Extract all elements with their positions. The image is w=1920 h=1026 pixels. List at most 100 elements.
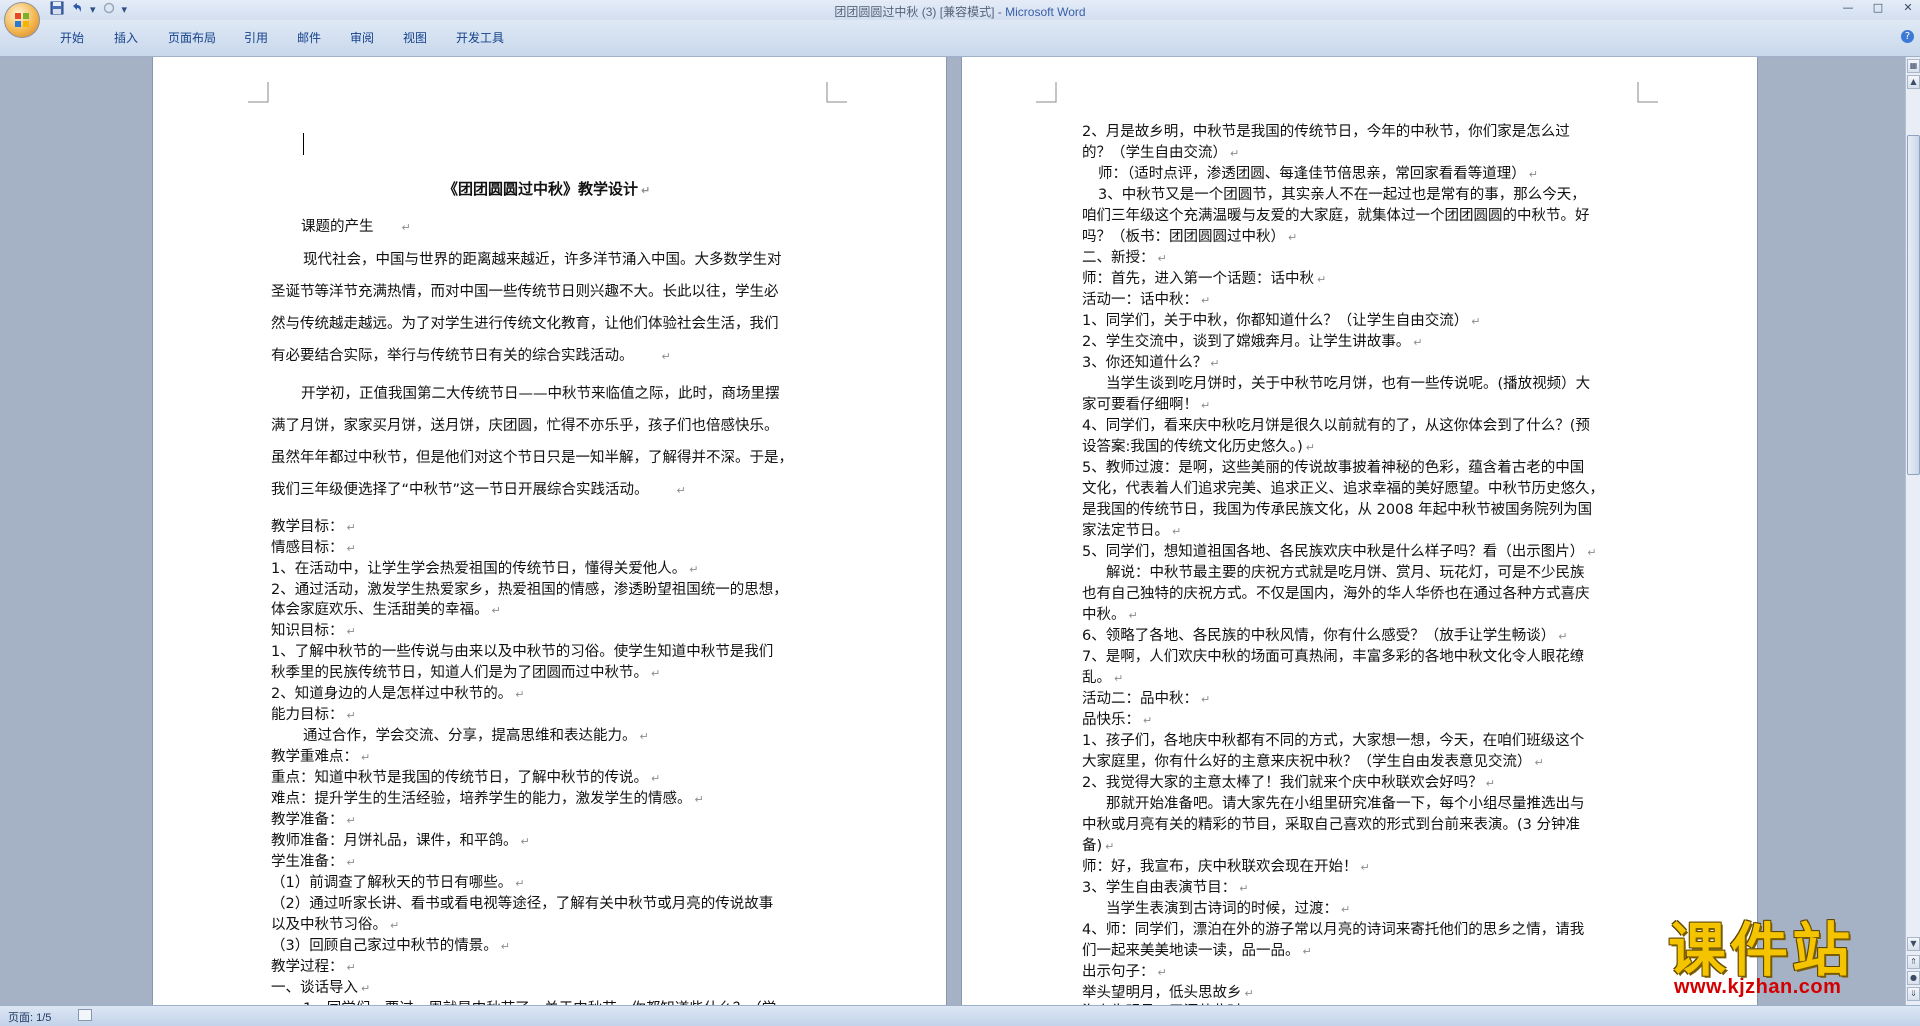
- paragraph-line: 大家庭里，你有什么好的主意来庆祝中秋？（学生自由发表意见交流） ↵: [1082, 754, 1544, 770]
- paragraph-line: 有必要结合实际，举行与传统节日有关的综合实践活动。 ↵: [271, 348, 671, 364]
- paragraph-mark-icon: ↵: [1157, 966, 1167, 979]
- paragraph-line: 家法定节日。 ↵: [1082, 523, 1182, 539]
- paragraph-line: 师：首先，进入第一个话题：话中秋 ↵: [1082, 271, 1327, 287]
- paragraph-line: 备) ↵: [1082, 838, 1115, 854]
- paragraph-line: 能力目标： ↵: [271, 707, 356, 723]
- tab-home[interactable]: 开始: [60, 29, 84, 46]
- previous-page-icon[interactable]: ⇑: [1907, 955, 1920, 969]
- paragraph-mark-icon: ↵: [676, 484, 686, 497]
- paragraph-line: 3、中秋节又是一个团圆节，其实亲人不在一起过也是常有的事，那么今天，: [1098, 187, 1586, 203]
- paragraph-mark-icon: ↵: [1341, 903, 1351, 916]
- paragraph-mark-icon: ↵: [639, 730, 649, 743]
- paragraph-line: 品快乐： ↵: [1082, 712, 1153, 728]
- paragraph-mark-icon: ↵: [1201, 693, 1211, 706]
- paragraph-line: 《团团圆圆过中秋》教学设计 ↵: [443, 180, 651, 198]
- document-page-right[interactable]: 2、月是故乡明，中秋节是我国的传统节日，今年的中秋节，你们家是怎么过 的？（学生自…: [962, 57, 1757, 1005]
- paragraph-line: 中秋或月亮有关的精彩的节目，采取自己喜欢的形式到台前来表演。(3 分钟准: [1082, 817, 1580, 833]
- paragraph-mark-icon: ↵: [346, 856, 356, 869]
- paragraph-line: 也有自己独特的庆祝方式。不仅是国内，海外的华人华侨也在通过各种方式喜庆: [1082, 586, 1590, 602]
- ruler-toggle-icon[interactable]: ▦: [1907, 59, 1920, 73]
- paragraph-line: （1）前调查了解秋天的节日有哪些。 ↵: [271, 875, 525, 891]
- paragraph-line: 1、同学们，关于中秋，你都知道什么？（让学生自由交流） ↵: [1082, 313, 1481, 329]
- paragraph-line: 举头望明月，低头思故乡 ↵: [1082, 985, 1254, 1001]
- paragraph-line: 2、学生交流中，谈到了嫦娥奔月。让学生讲故事。 ↵: [1082, 334, 1423, 350]
- ribbon-tabs: 开始 插入 页面布局 引用 邮件 审阅 视图 开发工具 ?: [0, 20, 1920, 57]
- paragraph-line: 吗？（板书：团团圆圆过中秋） ↵: [1082, 229, 1298, 245]
- tab-developer[interactable]: 开发工具: [456, 29, 504, 46]
- paragraph-line: 圣诞节等洋节充满热情，而对中国一些传统节日则兴趣不大。长此以往，学生必: [271, 284, 779, 300]
- tab-page-layout[interactable]: 页面布局: [168, 29, 216, 46]
- paragraph-mark-icon: ↵: [651, 772, 661, 785]
- tab-insert[interactable]: 插入: [114, 29, 138, 46]
- paragraph-line: 体会家庭欢乐、生活甜美的幸福。 ↵: [271, 602, 501, 618]
- paragraph-line: 难点：提升学生的生活经验，培养学生的能力，激发学生的情感。 ↵: [271, 791, 704, 807]
- paragraph-mark-icon: ↵: [401, 221, 411, 234]
- scroll-up-icon[interactable]: ▲: [1907, 75, 1920, 89]
- paragraph-mark-icon: ↵: [500, 940, 510, 953]
- paragraph-mark-icon: ↵: [491, 604, 501, 617]
- paragraph-mark-icon: ↵: [661, 350, 671, 363]
- margin-corner-marker: [826, 82, 847, 103]
- paragraph-mark-icon: ↵: [1471, 315, 1481, 328]
- watermark-logo: 课件站 www.kjzhan.com: [1668, 920, 1904, 1000]
- document-page-left[interactable]: 《团团圆圆过中秋》教学设计 ↵ 课题的产生 ↵ 现代社会，中国与世界的距离越来越近，许多…: [153, 57, 946, 1005]
- paragraph-line: 活动二：品中秋： ↵: [1082, 691, 1211, 707]
- app-name: Microsoft Word: [1005, 5, 1086, 19]
- paragraph-line: 中秋。 ↵: [1082, 607, 1138, 623]
- paragraph-line: 教师准备：月饼礼品，课件，和平鸽。 ↵: [271, 833, 530, 849]
- office-button[interactable]: [4, 2, 40, 38]
- window-title: 团团圆圆过中秋 (3) [兼容模式] - Microsoft Word: [0, 3, 1920, 20]
- paragraph-line: 师：（适时点评，渗透团圆、每逢佳节倍思亲，常回家看看等道理） ↵: [1098, 166, 1538, 182]
- paragraph-mark-icon: ↵: [346, 625, 356, 638]
- browse-object-icon[interactable]: ●: [1907, 971, 1920, 985]
- paragraph-mark-icon: ↵: [390, 919, 400, 932]
- paragraph-mark-icon: ↵: [346, 542, 356, 555]
- paragraph-line: 教学准备： ↵: [271, 812, 356, 828]
- paragraph-line: 4、师：同学们，漂泊在外的游子常以月亮的诗词来寄托他们的思乡之情，请我: [1082, 922, 1585, 938]
- paragraph-line: 情感目标： ↵: [271, 540, 356, 556]
- paragraph-mark-icon: ↵: [515, 877, 525, 890]
- help-icon[interactable]: ?: [1901, 30, 1914, 43]
- tab-review[interactable]: 审阅: [350, 29, 374, 46]
- paragraph-line: 6、领略了各地、各民族的中秋风情，你有什么感受？（放手让学生畅谈） ↵: [1082, 628, 1568, 644]
- paragraph-line: 文化，代表着人们追求完美、追求正义、追求幸福的美好愿望。中秋节历史悠久，: [1082, 481, 1604, 497]
- paragraph-mark-icon: ↵: [641, 184, 651, 197]
- paragraph-line: 1、了解中秋节的一些传说与由来以及中秋节的习俗。使学生知道中秋节是我们: [271, 644, 774, 660]
- paragraph-mark-icon: ↵: [1172, 525, 1182, 538]
- paragraph-mark-icon: ↵: [1114, 672, 1124, 685]
- paragraph-mark-icon: ↵: [1413, 336, 1423, 349]
- page-indicator[interactable]: 页面: 1/5: [8, 1009, 51, 1025]
- paragraph-line: 课题的产生 ↵: [301, 219, 411, 235]
- paragraph-line: （2）通过听家长讲、看书或看电视等途径，了解有关中秋节或月亮的传说故事: [271, 896, 774, 912]
- tab-mailings[interactable]: 邮件: [297, 29, 321, 46]
- paragraph-line: 然与传统越走越远。为了对学生进行传统文化教育，让他们体验社会生活，我们: [271, 316, 779, 332]
- paragraph-line: 现代社会，中国与世界的距离越来越近，许多洋节涌入中国。大多数学生对: [303, 252, 782, 268]
- paragraph-mark-icon: ↵: [346, 814, 356, 827]
- scroll-down-icon[interactable]: ▼: [1907, 937, 1920, 951]
- scrollbar-thumb[interactable]: [1907, 135, 1920, 475]
- proofing-icon[interactable]: [78, 1009, 92, 1021]
- paragraph-mark-icon: ↵: [694, 793, 704, 806]
- paragraph-mark-icon: ↵: [1201, 294, 1211, 307]
- paragraph-mark-icon: ↵: [346, 961, 356, 974]
- paragraph-line: 3、你还知道什么？ ↵: [1082, 355, 1220, 371]
- next-page-icon[interactable]: ⇓: [1907, 987, 1920, 1001]
- paragraph-line: 解说：中秋节最主要的庆祝方式就是吃月饼、赏月、玩花灯，可是不少民族: [1106, 565, 1585, 581]
- paragraph-line: 4、同学们，看来庆中秋吃月饼是很久以前就有的了，从这你体会到了什么？(预: [1082, 418, 1590, 434]
- paragraph-line: 2、通过活动，激发学生热爱家乡，热爱祖国的情感，渗透盼望祖国统一的思想，: [271, 582, 788, 598]
- maximize-icon[interactable]: □: [1870, 1, 1886, 14]
- paragraph-line: 师：好，我宣布，庆中秋联欢会现在开始！ ↵: [1082, 859, 1370, 875]
- paragraph-line: 我们三年级便选择了“中秋节”这一节日开展综合实践活动。 ↵: [271, 482, 686, 498]
- paragraph-mark-icon: ↵: [1239, 882, 1249, 895]
- text-cursor: [303, 133, 304, 155]
- tab-references[interactable]: 引用: [244, 29, 268, 46]
- tab-view[interactable]: 视图: [403, 29, 427, 46]
- margin-corner-marker: [1637, 82, 1658, 103]
- close-icon[interactable]: ✕: [1900, 1, 1916, 14]
- title-bar: ▾ ▾ 团团圆圆过中秋 (3) [兼容模式] - Microsoft Word …: [0, 0, 1920, 20]
- vertical-scrollbar[interactable]: ▦ ▲ ▼ ⇑ ● ⇓: [1905, 57, 1920, 1005]
- margin-corner-marker: [1036, 82, 1057, 103]
- paragraph-line: 7、是啊，人们欢庆中秋的场面可真热闹，丰富多彩的各地中秋文化令人眼花缭: [1082, 649, 1585, 665]
- paragraph-line: 当学生表演到古诗词的时候，过渡： ↵: [1106, 901, 1351, 917]
- minimize-icon[interactable]: —: [1840, 1, 1856, 14]
